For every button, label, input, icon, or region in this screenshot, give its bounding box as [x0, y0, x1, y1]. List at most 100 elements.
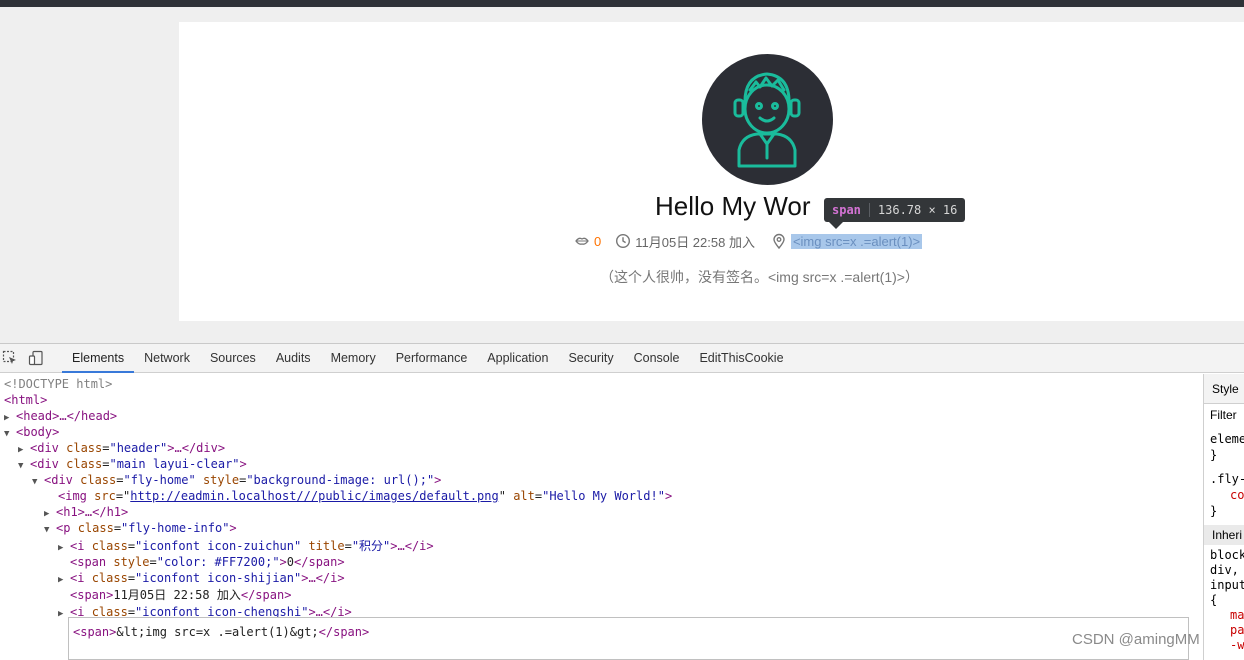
tooltip-tag-name: span	[832, 203, 870, 217]
tag-close: >…</div>	[167, 441, 226, 455]
tab-console[interactable]: Console	[624, 344, 690, 373]
attr-value: "fly-home"	[123, 473, 196, 487]
attr-value: "Hello My World!"	[542, 489, 665, 503]
inherited-selector: input	[1210, 578, 1244, 592]
attr-value: "background-image: url();"	[246, 473, 435, 487]
dom-node-i-zuichun[interactable]: ▶ <i class="iconfont icon-zuichun" title=…	[58, 538, 434, 554]
avatar[interactable]	[702, 54, 833, 185]
devtools-tabs: Elements Network Sources Audits Memory P…	[62, 344, 794, 373]
tab-editthiscookie[interactable]: EditThisCookie	[689, 344, 793, 373]
attr-value: "iconfont icon-zuichun"	[135, 539, 302, 553]
tab-sources[interactable]: Sources	[200, 344, 266, 373]
attr-value: "fly-home-info"	[121, 521, 230, 535]
attr-name: alt	[505, 489, 535, 503]
head-tag: <head>…</head>	[16, 409, 118, 423]
attr-name: class	[91, 571, 128, 585]
attr-name: title	[301, 539, 345, 553]
inherited-label: Inheri	[1212, 528, 1243, 542]
dom-node-doctype[interactable]: <!DOCTYPE html>	[4, 376, 112, 392]
inherited-brace: {	[1210, 593, 1218, 607]
location-pin-icon	[773, 233, 785, 249]
dom-node-head[interactable]: ▶ <head>…</head>	[4, 408, 117, 424]
tab-audits[interactable]: Audits	[266, 344, 321, 373]
tag-close: </span>	[240, 588, 292, 602]
tooltip-arrow	[829, 222, 843, 229]
fly-home-card: Hello My Wor 0 11月05日 22:58 加入 <img src=…	[179, 22, 1244, 321]
inherited-selector: div,	[1210, 563, 1239, 577]
text-node: 0	[286, 555, 295, 569]
tab-performance[interactable]: Performance	[386, 344, 478, 373]
attr-name: style	[195, 473, 240, 487]
style-rule-brace: }	[1210, 504, 1218, 518]
tab-memory[interactable]: Memory	[321, 344, 386, 373]
tooltip-dimensions: 136.78 × 16	[877, 203, 958, 217]
element-inspect-tooltip: span 136.78 × 16	[824, 198, 966, 222]
style-rule-element[interactable]: eleme	[1210, 432, 1244, 446]
styles-tab[interactable]: Style	[1212, 382, 1239, 396]
lips-score-icon	[575, 237, 589, 245]
style-rule-fly[interactable]: .fly-	[1210, 472, 1244, 486]
tab-network[interactable]: Network	[134, 344, 200, 373]
attr-value: "积分"	[351, 539, 391, 553]
styles-filter-input[interactable]: Filter	[1210, 408, 1237, 422]
body-tag: <body>	[16, 425, 60, 439]
style-rule-prop[interactable]: co	[1230, 488, 1244, 502]
styles-sidebar: Style Filter eleme } .fly- co } Inheri b…	[1203, 374, 1244, 660]
styles-tab-header: Style	[1204, 374, 1244, 404]
expanded-triangle-icon[interactable]: ▼	[32, 474, 44, 490]
tag-open: <div	[44, 473, 81, 487]
attr-name: class	[91, 539, 128, 553]
inspect-element-icon[interactable]	[2, 350, 18, 366]
doctype-text: <!DOCTYPE html>	[4, 377, 113, 391]
attr-value: "header"	[109, 441, 168, 455]
avatar-boy-icon	[733, 72, 801, 168]
tag-open: <img	[58, 489, 95, 503]
collapsed-triangle-icon[interactable]: ▶	[58, 540, 70, 556]
edit-close-tag: </span>	[318, 625, 370, 639]
dom-node-span-time[interactable]: <span>11月05日 22:58 加入</span>	[70, 587, 291, 603]
img-src-link[interactable]: http://eadmin.localhost///public/images/…	[130, 489, 498, 503]
tab-application[interactable]: Application	[477, 344, 558, 373]
dom-node-body[interactable]: ▼ <body>	[4, 424, 59, 440]
tab-security[interactable]: Security	[558, 344, 623, 373]
dom-node-header[interactable]: ▶ <div class="header">…</div>	[18, 440, 225, 456]
devtools-panel: Elements Network Sources Audits Memory P…	[0, 343, 1244, 660]
dom-node-fly-home[interactable]: ▼ <div class="fly-home" style="background…	[32, 472, 441, 488]
dom-node-html[interactable]: <html>	[4, 392, 47, 408]
tag-open: <p	[56, 521, 78, 535]
tag-open-end: >	[279, 555, 287, 569]
dom-node-main[interactable]: ▼ <div class="main layui-clear">	[18, 456, 247, 472]
h1-tag: <h1>…</h1>	[56, 505, 129, 519]
tag-close: >	[239, 457, 247, 471]
collapsed-triangle-icon[interactable]: ▶	[58, 572, 70, 588]
expanded-triangle-icon[interactable]: ▼	[44, 522, 56, 538]
user-signature: （这个人很帅，没有签名。<img src=x .=alert(1)>）	[600, 269, 919, 285]
csdn-watermark: CSDN @amingMM	[1072, 631, 1200, 648]
attr-name: class	[66, 441, 103, 455]
dom-node-span-score[interactable]: <span style="color: #FF7200;">0</span>	[70, 554, 345, 570]
inherited-selector: block	[1210, 548, 1244, 562]
score-value: 0	[594, 233, 602, 249]
dom-node-h1[interactable]: ▶ <h1>…</h1>	[44, 504, 128, 520]
home-user-name: Hello My Wor	[655, 191, 811, 221]
dom-node-p[interactable]: ▼ <p class="fly-home-info">	[44, 520, 237, 536]
tag-open: <i	[70, 571, 92, 585]
attr-name: class	[80, 473, 117, 487]
inherited-prop: -w	[1230, 638, 1244, 652]
expanded-triangle-icon[interactable]: ▼	[18, 458, 30, 474]
inherited-header: Inheri	[1204, 525, 1244, 545]
attr-name: style	[113, 555, 150, 569]
location-span-highlighted[interactable]: <img src=x .=alert(1)>	[790, 233, 923, 249]
dom-node-img[interactable]: <img src="http://eadmin.localhost///publ…	[58, 488, 672, 504]
dom-node-i-shijian[interactable]: ▶ <i class="iconfont icon-shijian">…</i>	[58, 570, 345, 586]
fly-home-info: 0 11月05日 22:58 加入 <img src=x .=alert(1)>	[574, 231, 923, 251]
device-toolbar-icon[interactable]	[28, 350, 44, 366]
text-node: 11月05日 22:58 加入	[113, 588, 241, 602]
expanded-triangle-icon[interactable]: ▼	[4, 426, 16, 442]
tag-open: <span>	[70, 588, 114, 602]
attr-name: class	[77, 521, 114, 535]
tab-elements[interactable]: Elements	[62, 344, 135, 373]
attr-value: "color: #FF7200;"	[156, 555, 280, 569]
edit-as-html-box[interactable]: <span>&lt;img src=x .=alert(1)&gt;</span…	[68, 617, 1189, 660]
devtools-tab-bar: Elements Network Sources Audits Memory P…	[0, 344, 1244, 373]
